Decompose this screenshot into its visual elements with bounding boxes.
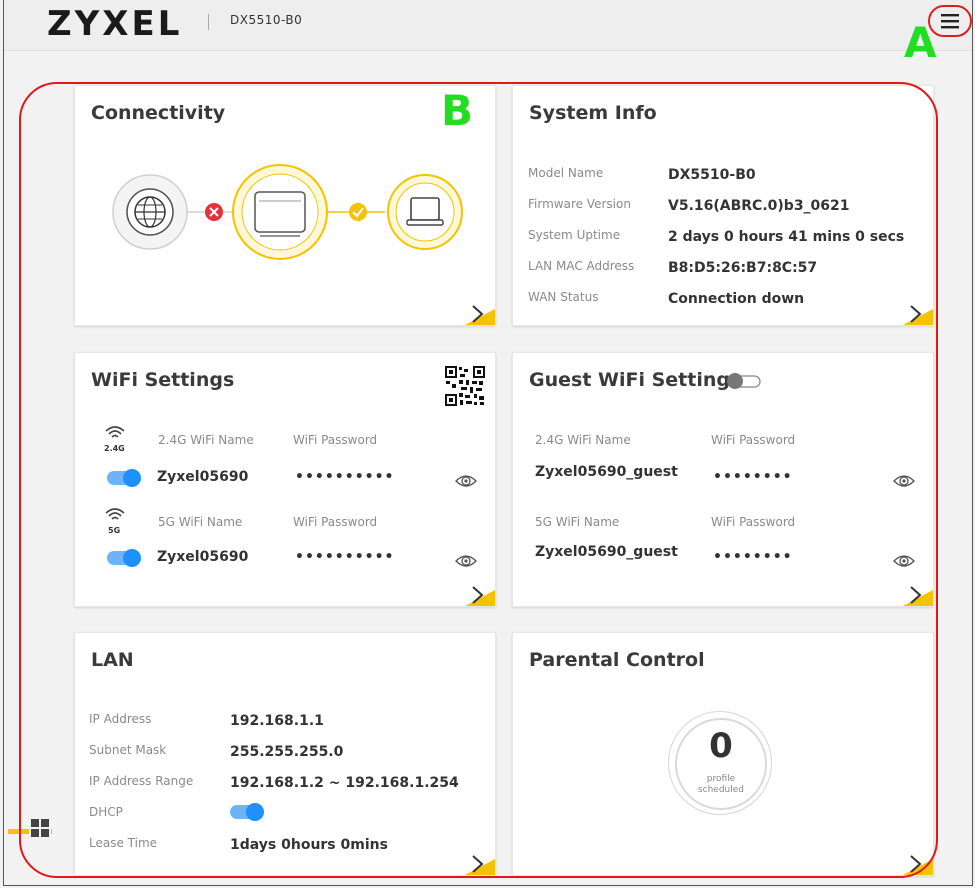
model-name-value: DX5510-B0 xyxy=(668,167,756,183)
wifi-5-ssid: Zyxel05690 xyxy=(157,549,249,565)
annotation-a: A xyxy=(904,18,937,67)
guest-5-name-label: 5G WiFi Name xyxy=(535,515,620,529)
wifi-24-name-label: 2.4G WiFi Name xyxy=(158,433,254,447)
ip-range-label: IP Address Range xyxy=(89,774,194,788)
error-status-icon xyxy=(205,203,223,221)
globe-icon xyxy=(112,174,188,250)
guest-5-password-label: WiFi Password xyxy=(711,515,796,529)
guest-24-password-label: WiFi Password xyxy=(711,433,796,447)
wan-status-value: Connection down xyxy=(668,291,805,307)
lease-time-label: Lease Time xyxy=(89,836,158,850)
subnet-mask-value: 255.255.255.0 xyxy=(230,744,344,760)
profile-caption-1: profile xyxy=(706,774,736,784)
parental-control-card[interactable]: Parental Control 0 profile scheduled xyxy=(512,632,934,876)
chevron-right-icon xyxy=(465,586,495,606)
wifi-24-password-label: WiFi Password xyxy=(293,433,378,447)
zyxel-logo: ZYXEL xyxy=(47,4,183,44)
guest-5-ssid: Zyxel05690_guest xyxy=(535,544,678,560)
router-icon xyxy=(232,164,328,260)
chevron-right-icon xyxy=(465,855,495,875)
dhcp-toggle[interactable] xyxy=(230,803,264,821)
chevron-right-icon xyxy=(465,305,495,325)
profile-count-ring: 0 profile scheduled xyxy=(668,711,772,815)
hamburger-menu-icon xyxy=(941,14,959,29)
parental-control-title: Parental Control xyxy=(529,649,705,671)
guest-wifi-card[interactable]: Guest WiFi Settings 2.4G WiFi Name WiFi … xyxy=(512,352,934,607)
wifi-24-toggle[interactable] xyxy=(107,469,141,487)
guest-5-password: •••••••• xyxy=(713,549,793,565)
laptop-icon xyxy=(387,174,463,250)
lease-time-value: 1days 0hours 0mins xyxy=(230,837,388,853)
connectivity-more-arrow[interactable] xyxy=(465,303,495,325)
chevron-right-icon xyxy=(903,586,933,606)
system-info-card[interactable]: System Info Model Name DX5510-B0 Firmwar… xyxy=(512,85,934,326)
band-5-badge: 5G xyxy=(108,526,121,535)
ok-status-icon xyxy=(349,203,367,221)
model-name-label: DX5510-B0 xyxy=(230,13,303,27)
dhcp-label: DHCP xyxy=(89,805,123,819)
lan-mac-value: B8:D5:26:B7:8C:57 xyxy=(668,260,818,276)
lan-card[interactable]: LAN IP Address 192.168.1.1 Subnet Mask 2… xyxy=(74,632,496,876)
band-24-badge: 2.4G xyxy=(104,444,125,453)
connectivity-title: Connectivity xyxy=(91,102,226,124)
wifi-settings-title: WiFi Settings xyxy=(91,369,235,391)
wan-status-label: WAN Status xyxy=(528,290,599,304)
logo-divider xyxy=(208,14,209,30)
lan-title: LAN xyxy=(91,649,134,671)
profile-count-value: 0 xyxy=(709,726,733,766)
ip-address-label: IP Address xyxy=(89,712,152,726)
system-uptime-value: 2 days 0 hours 41 mins 0 secs xyxy=(668,229,905,245)
wifi-5-name-label: 5G WiFi Name xyxy=(158,515,243,529)
guest-24-name-label: 2.4G WiFi Name xyxy=(535,433,631,447)
top-bar: ZYXEL DX5510-B0 xyxy=(4,0,972,51)
subnet-mask-label: Subnet Mask xyxy=(89,743,167,757)
sidebar-toggle-icon[interactable] xyxy=(8,815,52,839)
eye-icon[interactable] xyxy=(893,473,915,489)
model-name-label: Model Name xyxy=(528,166,604,180)
wifi-24-ssid: Zyxel05690 xyxy=(157,469,249,485)
guest-24-password: •••••••• xyxy=(713,469,793,485)
firmware-version-value: V5.16(ABRC.0)b3_0621 xyxy=(668,198,850,214)
wifi-24-password: •••••••••• xyxy=(295,469,395,485)
guest-wifi-more-arrow[interactable] xyxy=(903,584,933,606)
eye-icon[interactable] xyxy=(455,473,477,489)
ip-range-value: 192.168.1.2 ~ 192.168.1.254 xyxy=(230,775,459,791)
profile-caption-2: scheduled xyxy=(697,785,745,795)
chevron-right-icon xyxy=(903,305,933,325)
eye-icon[interactable] xyxy=(455,553,477,569)
connectivity-card[interactable]: Connectivity xyxy=(74,85,496,326)
chevron-right-icon xyxy=(903,855,933,875)
wifi-5-password-label: WiFi Password xyxy=(293,515,378,529)
system-info-title: System Info xyxy=(529,102,657,124)
eye-icon[interactable] xyxy=(893,553,915,569)
guest-wifi-title: Guest WiFi Settings xyxy=(529,369,742,391)
ip-address-value: 192.168.1.1 xyxy=(230,713,324,729)
qr-code-icon[interactable] xyxy=(444,365,486,407)
annotation-b: B xyxy=(441,86,474,135)
wifi-settings-card[interactable]: WiFi Settings 2.4G 2.4G WiFi Name WiFi P… xyxy=(74,352,496,607)
firmware-version-label: Firmware Version xyxy=(528,197,631,211)
system-uptime-label: System Uptime xyxy=(528,228,621,242)
connectivity-diagram xyxy=(112,164,463,260)
wifi-5-password: •••••••••• xyxy=(295,549,395,565)
lan-more-arrow[interactable] xyxy=(465,853,495,875)
wifi-5-toggle[interactable] xyxy=(107,549,141,567)
system-info-more-arrow[interactable] xyxy=(903,303,933,325)
guest-wifi-toggle[interactable] xyxy=(726,372,762,390)
wifi-more-arrow[interactable] xyxy=(465,584,495,606)
parental-more-arrow[interactable] xyxy=(903,853,933,875)
lan-mac-label: LAN MAC Address xyxy=(528,259,635,273)
guest-24-ssid: Zyxel05690_guest xyxy=(535,464,678,480)
